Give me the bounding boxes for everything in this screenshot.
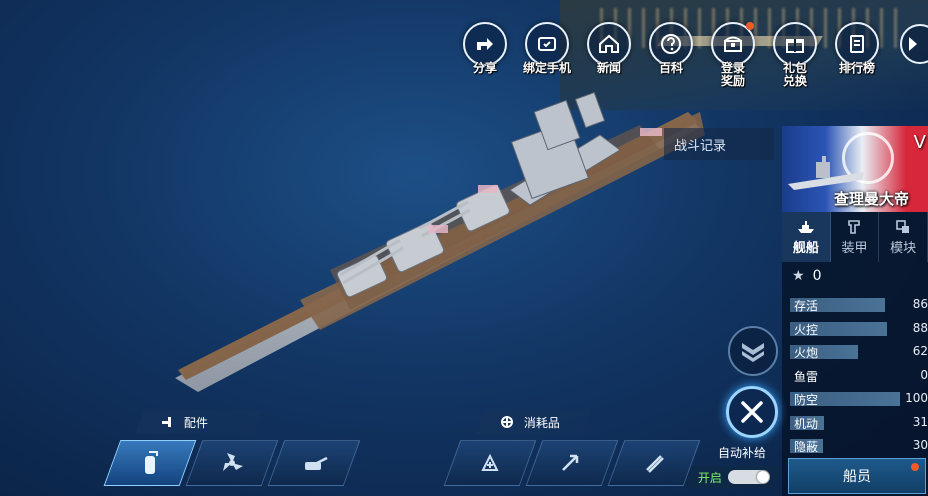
stat-value: 100 — [905, 391, 928, 405]
menu-label: 登录 奖励 — [720, 61, 745, 88]
ship-info-panel: V 查理曼大帝 舰船 装甲 模块 ★ 0 存活 86 火控 88 火炮 62 鱼雷 0 防空 10… — [782, 126, 928, 496]
ship-icon — [797, 220, 814, 233]
menu-label: 新闻 — [596, 61, 621, 75]
tab-armor[interactable]: 装甲 — [831, 212, 880, 262]
chevron-rank-icon — [742, 343, 764, 362]
tab-label: 模块 — [890, 240, 917, 256]
accessory-slot-2[interactable] — [185, 440, 279, 486]
stat-name: 防空 — [794, 393, 819, 407]
repair-button[interactable] — [726, 386, 778, 438]
rank-badge-button[interactable] — [728, 326, 778, 376]
consumable-icon — [501, 416, 513, 428]
stat-value: 62 — [912, 344, 928, 358]
phone-bind-icon — [525, 22, 569, 66]
consumable-slots — [443, 440, 701, 486]
menu-label: 礼包 兑换 — [782, 61, 807, 88]
consumables-label: 消耗品 — [524, 415, 561, 430]
stat-name: 火控 — [794, 322, 819, 337]
stat-list: 存活 86 火控 88 火炮 62 鱼雷 0 防空 100 机动 31 隐蔽 30 — [788, 294, 928, 459]
accessory-slots — [103, 440, 361, 486]
turret-gun-icon — [305, 456, 328, 470]
propeller-icon — [223, 453, 243, 471]
auto-supply-toggle[interactable]: 开启 — [683, 466, 783, 488]
notification-dot — [911, 463, 919, 471]
accessories-header: 配件 — [135, 410, 263, 434]
crew-button[interactable]: 船员 — [788, 458, 926, 494]
menu-label: 分享 — [472, 61, 497, 75]
ship-tier: V — [913, 132, 926, 153]
stat-row: 火炮 62 — [788, 341, 928, 365]
star-rating: ★ 0 — [792, 268, 821, 284]
stat-value: 30 — [912, 438, 928, 452]
tab-label: 装甲 — [841, 240, 868, 256]
stat-row: 存活 86 — [788, 294, 928, 318]
speed-boost-icon — [562, 454, 579, 471]
stat-value: 0 — [920, 367, 928, 382]
share-icon — [463, 22, 507, 66]
stat-name: 鱼雷 — [794, 369, 819, 384]
menu-label: 百科 — [658, 61, 683, 75]
menu-label: 绑定手机 — [522, 61, 571, 75]
stat-row: 机动 31 — [788, 412, 928, 436]
home-icon — [587, 22, 631, 66]
stat-value: 88 — [912, 320, 928, 335]
fire-extinguisher-icon — [145, 451, 158, 474]
top-menu: 分享 绑定手机 新闻 百科 登录 奖励 礼包 兑换 排行榜 — [456, 22, 886, 88]
consumable-slot-1[interactable] — [443, 440, 537, 486]
notification-dot — [746, 22, 754, 30]
tab-ship[interactable]: 舰船 — [782, 212, 831, 262]
menu-news[interactable]: 新闻 — [580, 22, 638, 88]
wrench-icon — [741, 401, 763, 423]
toggle-switch[interactable] — [728, 470, 771, 484]
star-icon: ★ — [792, 268, 805, 284]
menu-wiki[interactable]: 百科 — [642, 22, 700, 88]
menu-gift-redeem[interactable]: 礼包 兑换 — [766, 22, 824, 88]
stat-value: 86 — [912, 297, 928, 311]
menu-bind-phone[interactable]: 绑定手机 — [518, 22, 576, 88]
accessory-icon — [162, 417, 171, 427]
consumables-header: 消耗品 — [475, 410, 591, 434]
consumable-slot-2[interactable] — [525, 440, 619, 486]
toggle-state: 开启 — [698, 470, 723, 485]
stat-row: 防空 100 — [788, 388, 928, 412]
tab-module[interactable]: 模块 — [879, 212, 928, 262]
armor-icon — [847, 219, 860, 234]
ship-card[interactable]: V 查理曼大帝 — [782, 126, 928, 212]
stat-value: 31 — [912, 414, 928, 429]
tab-label: 舰船 — [792, 240, 819, 256]
menu-label: 排行榜 — [838, 61, 875, 75]
star-count: 0 — [812, 268, 822, 284]
accessories-label: 配件 — [184, 415, 209, 430]
stat-name: 机动 — [794, 416, 819, 431]
crew-button-label: 船员 — [843, 469, 871, 485]
smoke-screen-icon — [646, 455, 664, 473]
menu-share[interactable]: 分享 — [456, 22, 514, 88]
accessory-slot-1[interactable] — [103, 440, 197, 486]
battle-log-button[interactable]: 战斗记录 — [664, 128, 774, 160]
ship-name: 查理曼大帝 — [834, 190, 910, 208]
help-icon — [649, 22, 693, 66]
menu-login-reward[interactable]: 登录 奖励 — [704, 22, 762, 88]
menu-leaderboard[interactable]: 排行榜 — [828, 22, 886, 88]
repair-party-icon — [481, 453, 499, 471]
gift-icon — [773, 22, 817, 66]
auto-supply-label: 自动补给 — [718, 446, 767, 460]
stat-row: 鱼雷 0 — [788, 365, 928, 389]
stat-name: 隐蔽 — [794, 440, 819, 454]
leaderboard-icon — [835, 22, 879, 66]
accessory-slot-3[interactable] — [267, 440, 361, 486]
stat-name: 火炮 — [794, 346, 819, 360]
module-icon — [896, 219, 910, 233]
stat-name: 存活 — [794, 299, 819, 313]
stat-row: 火控 88 — [788, 318, 928, 342]
stat-row: 隐蔽 30 — [788, 435, 928, 459]
panel-tabs: 舰船 装甲 模块 — [782, 212, 928, 262]
